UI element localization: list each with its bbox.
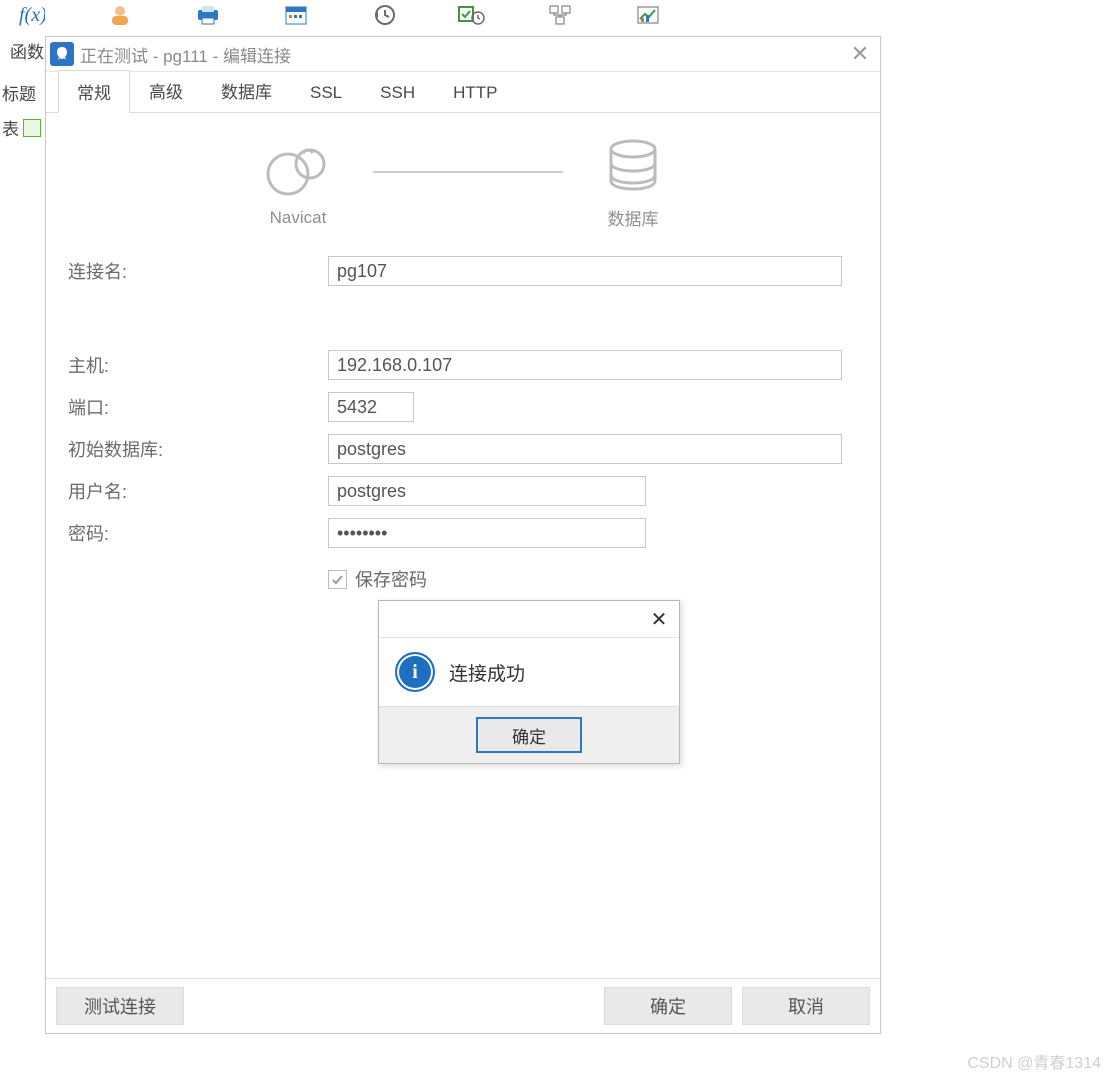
dialog-tabs: 常规 高级 数据库 SSL SSH HTTP — [46, 72, 880, 113]
checkbox-icon — [328, 570, 347, 589]
history-icon[interactable] — [370, 3, 398, 27]
connection-illustration: Navicat 数据库 — [68, 137, 858, 230]
input-host[interactable] — [328, 350, 842, 380]
tab-ssh[interactable]: SSH — [361, 74, 434, 112]
close-icon[interactable]: ✕ — [844, 38, 876, 70]
label-port: 端口: — [68, 394, 328, 420]
tab-general[interactable]: 常规 — [58, 70, 130, 113]
cancel-button[interactable]: 取消 — [742, 987, 870, 1025]
check-clock-icon[interactable] — [458, 3, 486, 27]
illus-right-label: 数据库 — [608, 205, 659, 230]
label-password: 密码: — [68, 520, 328, 546]
calendar-icon[interactable] — [282, 3, 310, 27]
edit-connection-dialog: 正在测试 - pg111 - 编辑连接 ✕ 常规 高级 数据库 SSL SSH … — [45, 36, 881, 1034]
label-host: 主机: — [68, 352, 328, 378]
app-toolbar: f(x) — [0, 0, 1107, 30]
bg-label-title: 标题 — [2, 80, 36, 105]
dialog-titlebar: 正在测试 - pg111 - 编辑连接 ✕ — [46, 37, 880, 72]
tab-advanced[interactable]: 高级 — [130, 69, 202, 112]
postgres-icon — [50, 42, 74, 66]
test-connection-button[interactable]: 测试连接 — [56, 987, 184, 1025]
database-icon — [603, 137, 663, 197]
watermark: CSDN @青春1314 — [967, 1049, 1101, 1073]
fx-icon[interactable]: f(x) — [18, 3, 46, 27]
chart-icon[interactable] — [634, 3, 662, 27]
dialog-title: 正在测试 - pg111 - 编辑连接 — [80, 42, 291, 67]
label-conn-name: 连接名: — [68, 258, 328, 284]
message-close-icon[interactable]: ✕ — [645, 605, 673, 633]
bg-label-table: 表 — [2, 115, 41, 140]
label-initdb: 初始数据库: — [68, 436, 328, 462]
schema-icon[interactable] — [546, 3, 574, 27]
connection-form: 连接名: 主机: 端口: 初始数据库: 用户名: 密码: 保存密码 — [68, 256, 858, 592]
tab-ssl[interactable]: SSL — [291, 74, 361, 112]
message-titlebar: ✕ — [379, 601, 679, 638]
message-text: 连接成功 — [449, 659, 525, 686]
svg-text:f(x): f(x) — [19, 4, 45, 26]
ok-button[interactable]: 确定 — [604, 987, 732, 1025]
input-conn-name[interactable] — [328, 256, 842, 286]
dialog-footer: 测试连接 确定 取消 — [46, 978, 880, 1033]
print-icon[interactable] — [194, 3, 222, 27]
input-initdb[interactable] — [328, 434, 842, 464]
navicat-icon — [263, 140, 333, 200]
bg-label-functions: 函数 — [10, 38, 44, 63]
tab-http[interactable]: HTTP — [434, 74, 516, 112]
save-password-label: 保存密码 — [355, 566, 427, 592]
table-icon — [23, 119, 41, 137]
dialog-body: Navicat 数据库 连接名: 主机: 端口: 初始数据库: — [46, 113, 880, 978]
user-icon[interactable] — [106, 3, 134, 27]
input-user[interactable] — [328, 476, 646, 506]
connector-line-icon — [373, 171, 563, 173]
label-user: 用户名: — [68, 478, 328, 504]
message-box: ✕ i 连接成功 确定 — [378, 600, 680, 764]
illus-left-label: Navicat — [270, 208, 327, 228]
message-ok-button[interactable]: 确定 — [476, 717, 582, 753]
save-password-checkbox[interactable]: 保存密码 — [328, 566, 858, 592]
info-icon: i — [395, 652, 435, 692]
input-password[interactable] — [328, 518, 646, 548]
input-port[interactable] — [328, 392, 414, 422]
tab-database[interactable]: 数据库 — [202, 69, 291, 112]
